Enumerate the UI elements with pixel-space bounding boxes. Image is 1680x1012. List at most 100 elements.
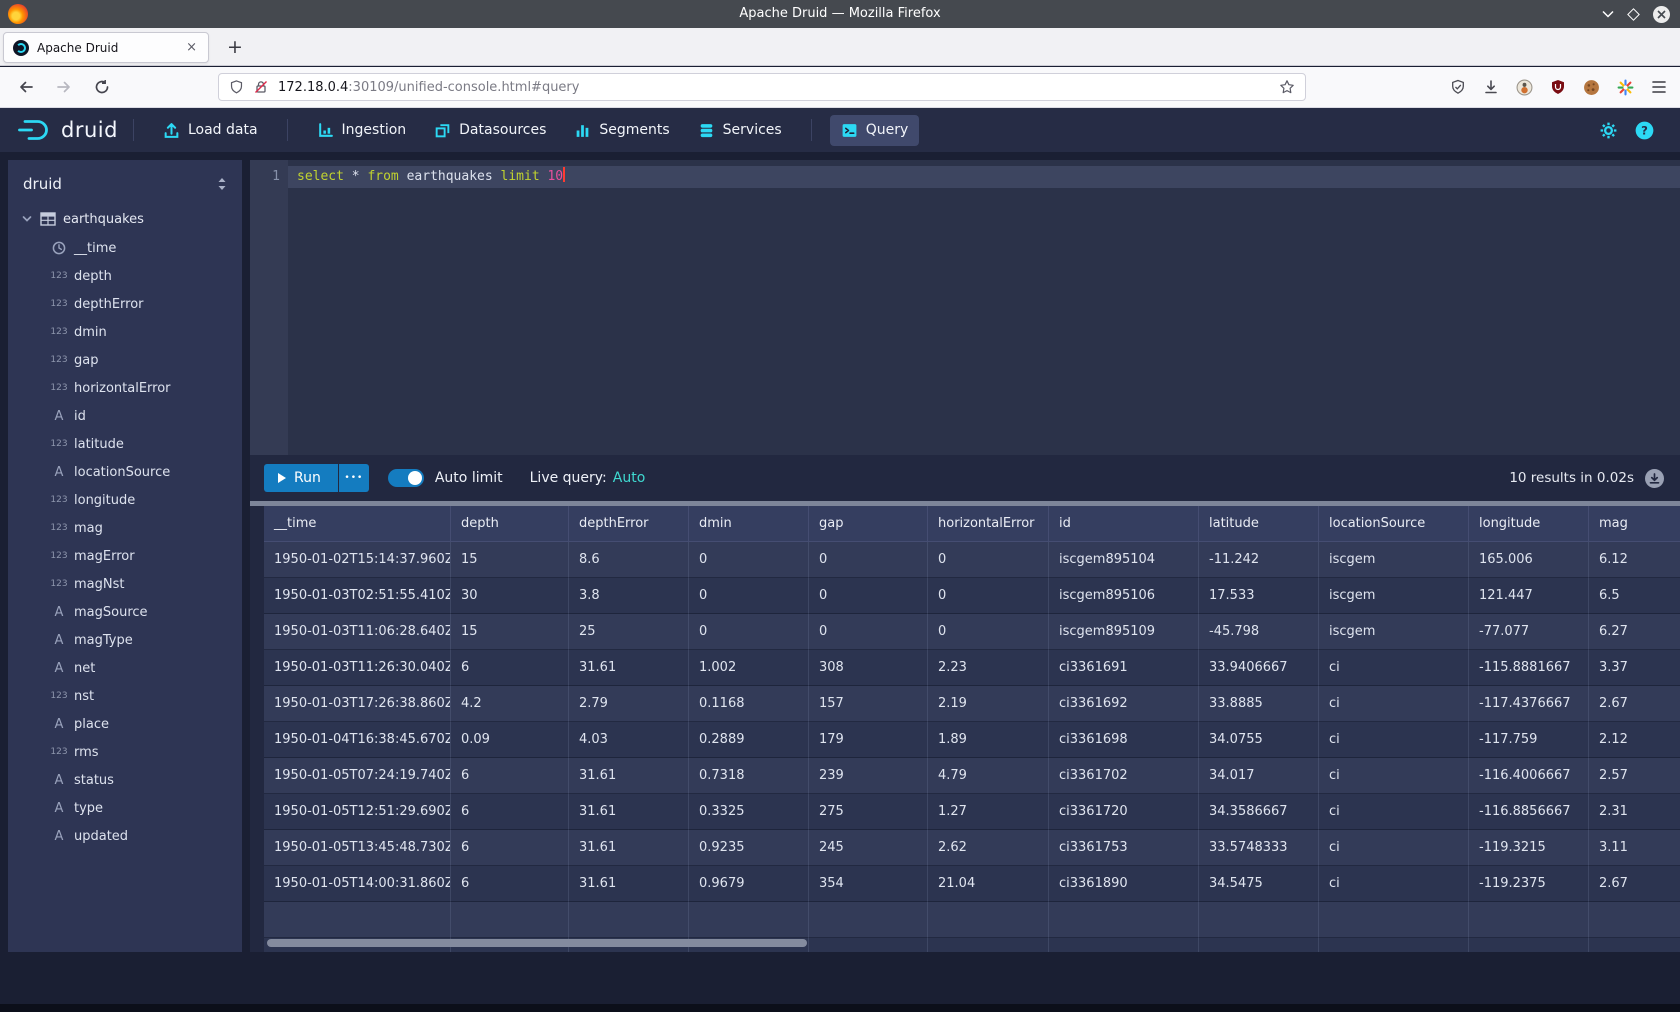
sidebar-column-mag[interactable]: 123mag — [8, 514, 242, 542]
table-cell[interactable]: 6 — [451, 650, 569, 686]
table-cell[interactable]: ci — [1319, 794, 1469, 830]
extension-avatar-icon[interactable] — [1516, 79, 1533, 96]
table-cell[interactable]: 31.61 — [569, 650, 689, 686]
table-cell[interactable]: ci — [1319, 758, 1469, 794]
sidebar-column-id[interactable]: Aid — [8, 402, 242, 430]
browser-tab[interactable]: Apache Druid × — [3, 32, 209, 63]
table-cell[interactable]: 0.9679 — [689, 866, 809, 902]
table-cell[interactable]: 0 — [928, 614, 1049, 650]
column-header-dmin[interactable]: dmin — [689, 506, 809, 542]
table-cell[interactable]: 308 — [809, 650, 928, 686]
table-cell[interactable]: -116.8856667 — [1469, 794, 1589, 830]
table-cell[interactable]: 15 — [451, 614, 569, 650]
new-tab-button[interactable]: + — [222, 34, 248, 60]
table-cell[interactable]: 1950-01-03T17:26:38.860Z — [264, 686, 451, 722]
table-cell[interactable]: 1950-01-03T11:26:30.040Z — [264, 650, 451, 686]
column-header-gap[interactable]: gap — [809, 506, 928, 542]
table-cell[interactable]: 6.5 — [1589, 578, 1680, 614]
cookie-icon[interactable] — [1583, 79, 1600, 96]
table-cell[interactable]: 1.27 — [928, 794, 1049, 830]
table-cell[interactable]: 2.67 — [1589, 686, 1680, 722]
table-cell[interactable]: ci — [1319, 650, 1469, 686]
table-cell[interactable]: iscgem895106 — [1049, 578, 1199, 614]
table-cell[interactable]: 0 — [689, 578, 809, 614]
table-cell[interactable]: 0.1168 — [689, 686, 809, 722]
sidebar-column-depth[interactable]: 123depth — [8, 262, 242, 290]
column-header-__time[interactable]: __time — [264, 506, 451, 542]
table-cell[interactable]: ci3361753 — [1049, 830, 1199, 866]
table-cell[interactable]: -77.077 — [1469, 614, 1589, 650]
table-cell[interactable]: ci — [1319, 830, 1469, 866]
table-cell[interactable]: 6 — [451, 866, 569, 902]
table-cell[interactable]: 275 — [809, 794, 928, 830]
table-cell[interactable]: 2.67 — [1589, 866, 1680, 902]
table-cell[interactable]: iscgem895104 — [1049, 542, 1199, 578]
tab-close-icon[interactable]: × — [184, 40, 199, 55]
druid-logo[interactable]: druid — [16, 117, 118, 143]
table-cell[interactable]: 0 — [689, 614, 809, 650]
table-cell[interactable]: 245 — [809, 830, 928, 866]
sidebar-column-magType[interactable]: AmagType — [8, 626, 242, 654]
run-button[interactable]: Run — [264, 464, 338, 492]
table-cell[interactable]: 0 — [928, 578, 1049, 614]
table-cell[interactable]: 6 — [451, 830, 569, 866]
sidebar-column-nst[interactable]: 123nst — [8, 682, 242, 710]
window-minimize-icon[interactable] — [1602, 10, 1614, 18]
table-cell[interactable]: ci3361698 — [1049, 722, 1199, 758]
table-cell[interactable]: 1950-01-05T07:24:19.740Z — [264, 758, 451, 794]
table-cell[interactable]: 1.89 — [928, 722, 1049, 758]
table-cell[interactable]: 0.09 — [451, 722, 569, 758]
table-cell[interactable]: iscgem — [1319, 578, 1469, 614]
sort-double-caret-icon[interactable] — [216, 177, 228, 191]
schema-name[interactable]: druid — [23, 175, 216, 193]
sidebar-column-place[interactable]: Aplace — [8, 710, 242, 738]
back-icon[interactable] — [14, 75, 38, 99]
table-cell[interactable]: 4.79 — [928, 758, 1049, 794]
table-cell[interactable]: 0.2889 — [689, 722, 809, 758]
sql-text[interactable]: select * from earthquakes limit 10 — [297, 166, 565, 188]
help-icon[interactable]: ? — [1635, 121, 1654, 140]
table-cell[interactable]: 34.0755 — [1199, 722, 1319, 758]
nav-ingestion[interactable]: Ingestion — [306, 115, 418, 146]
sidebar-column-net[interactable]: Anet — [8, 654, 242, 682]
table-cell[interactable]: 2.79 — [569, 686, 689, 722]
sidebar-column-magError[interactable]: 123magError — [8, 542, 242, 570]
table-cell[interactable]: 33.5748333 — [1199, 830, 1319, 866]
table-cell[interactable]: 31.61 — [569, 758, 689, 794]
nav-datasources[interactable]: Datasources — [423, 115, 557, 146]
table-cell[interactable]: 0 — [928, 542, 1049, 578]
insecure-lock-icon[interactable] — [253, 79, 269, 95]
table-cell[interactable]: ci3361691 — [1049, 650, 1199, 686]
bookmark-star-icon[interactable] — [1279, 79, 1295, 95]
table-cell[interactable]: 3.8 — [569, 578, 689, 614]
column-header-mag[interactable]: mag — [1589, 506, 1680, 542]
table-cell[interactable]: 4.2 — [451, 686, 569, 722]
tracking-shield-icon[interactable] — [229, 79, 244, 95]
table-cell[interactable]: ci3361890 — [1049, 866, 1199, 902]
sidebar-column-horizontalError[interactable]: 123horizontalError — [8, 374, 242, 402]
table-cell[interactable]: 6.12 — [1589, 542, 1680, 578]
table-cell[interactable]: 1.002 — [689, 650, 809, 686]
table-cell[interactable]: 157 — [809, 686, 928, 722]
table-cell[interactable]: 0.7318 — [689, 758, 809, 794]
table-cell[interactable]: -116.4006667 — [1469, 758, 1589, 794]
sql-editor[interactable]: 1 select * from earthquakes limit 10 — [250, 160, 1680, 455]
table-cell[interactable]: 34.3586667 — [1199, 794, 1319, 830]
table-cell[interactable]: ci3361702 — [1049, 758, 1199, 794]
table-cell[interactable]: 34.017 — [1199, 758, 1319, 794]
table-cell[interactable]: -117.4376667 — [1469, 686, 1589, 722]
sidebar-column-magSource[interactable]: AmagSource — [8, 598, 242, 626]
table-cell[interactable]: 3.37 — [1589, 650, 1680, 686]
table-cell[interactable]: 121.447 — [1469, 578, 1589, 614]
column-header-latitude[interactable]: latitude — [1199, 506, 1319, 542]
sidebar-column-type[interactable]: Atype — [8, 794, 242, 822]
table-cell[interactable]: 2.62 — [928, 830, 1049, 866]
table-cell[interactable]: -11.242 — [1199, 542, 1319, 578]
auto-limit-toggle[interactable] — [388, 469, 424, 487]
downloads-icon[interactable] — [1483, 79, 1499, 95]
table-cell[interactable]: -115.8881667 — [1469, 650, 1589, 686]
table-cell[interactable]: 31.61 — [569, 794, 689, 830]
table-cell[interactable]: 2.23 — [928, 650, 1049, 686]
table-cell[interactable]: 6.27 — [1589, 614, 1680, 650]
table-cell[interactable]: 2.31 — [1589, 794, 1680, 830]
